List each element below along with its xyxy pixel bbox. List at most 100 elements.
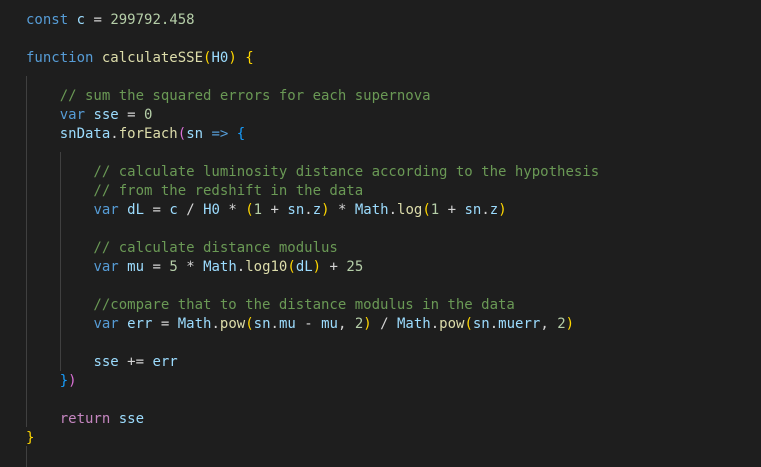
code-line[interactable]: snData.forEach(sn => { <box>26 125 246 144</box>
code-line[interactable]: //compare that to the distance modulus i… <box>26 296 514 315</box>
code-token: ( <box>245 202 254 218</box>
code-token: * <box>177 259 204 275</box>
code-line[interactable]: var sse = 0 <box>26 106 153 125</box>
code-token: 0 <box>144 107 153 123</box>
code-token: = <box>118 107 145 123</box>
code-token: + <box>439 202 465 218</box>
code-token: function <box>26 50 94 66</box>
code-line[interactable]: var err = Math.pow(sn.mu - mu, 2) / Math… <box>26 315 574 334</box>
code-token: * <box>329 202 355 218</box>
code-token: . <box>211 316 220 332</box>
code-token: log <box>397 202 423 218</box>
code-token: err <box>118 316 153 332</box>
code-token: forEach <box>118 126 178 142</box>
code-token: ( <box>464 316 473 332</box>
code-token: z <box>489 202 499 218</box>
code-token: 299792.458 <box>110 12 195 28</box>
code-token: H0 <box>203 202 220 218</box>
code-token: muerr <box>498 316 541 332</box>
code-token: c <box>68 12 86 28</box>
code-token: var <box>93 316 119 332</box>
code-line[interactable]: // calculate distance modulus <box>26 239 338 258</box>
code-token: { <box>236 126 246 142</box>
code-token: sn <box>253 316 271 332</box>
code-token: const <box>26 12 69 28</box>
code-token: 2 <box>557 316 566 332</box>
code-token: . <box>481 202 490 218</box>
code-token: * <box>219 202 246 218</box>
code-token: ( <box>245 316 254 332</box>
code-line[interactable]: function calculateSSE(H0) { <box>26 49 254 68</box>
code-token: ( <box>422 202 431 218</box>
code-token: sn <box>464 202 482 218</box>
code-token: / <box>371 316 397 332</box>
code-line[interactable]: return sse <box>26 410 144 429</box>
code-token: . <box>270 316 279 332</box>
code-token: 2 <box>354 316 364 332</box>
code-token: } <box>26 430 35 446</box>
code-token: Math <box>396 316 431 332</box>
code-line[interactable]: const c = 299792.458 <box>26 11 195 30</box>
code-token: 1 <box>430 202 440 218</box>
code-token: ) <box>565 316 575 332</box>
code-token: pow <box>439 316 465 332</box>
code-token: ) <box>312 259 322 275</box>
code-token: mu <box>118 259 145 275</box>
code-token: var <box>59 107 86 123</box>
code-token: var <box>93 259 119 275</box>
code-token: , <box>337 316 355 332</box>
code-token: mu <box>321 316 338 332</box>
code-token: return <box>59 411 111 427</box>
code-line[interactable]: }) <box>26 372 77 391</box>
code-token: sse <box>110 411 145 427</box>
code-token: H0 <box>211 50 229 66</box>
code-line[interactable]: // sum the squared errors for each super… <box>26 87 431 106</box>
code-token: + <box>321 259 347 275</box>
code-token: 1 <box>253 202 263 218</box>
code-editor[interactable]: const c = 299792.458 function calculateSS… <box>0 0 761 467</box>
code-token: } <box>59 373 69 389</box>
code-line[interactable]: var dL = c / H0 * (1 + sn.z) * Math.log(… <box>26 201 507 220</box>
code-token: . <box>236 259 246 275</box>
code-token: err <box>152 354 178 370</box>
code-token: . <box>388 202 398 218</box>
code-line[interactable]: } <box>26 429 34 448</box>
code-token: = <box>85 12 111 28</box>
code-token: log10 <box>245 259 288 275</box>
code-token: = <box>144 259 170 275</box>
code-token: ) <box>498 202 507 218</box>
code-token: . <box>430 316 440 332</box>
code-token: ( <box>177 126 187 142</box>
code-token: = <box>144 202 170 218</box>
code-token: mu <box>278 316 296 332</box>
code-token: dL <box>295 259 313 275</box>
code-token: // from the redshift in the data <box>26 183 364 199</box>
code-token: sn <box>186 126 204 142</box>
code-token: 25 <box>346 259 364 275</box>
code-token: ) <box>321 202 330 218</box>
code-line[interactable]: // calculate luminosity distance accordi… <box>26 163 599 182</box>
code-token: sn <box>472 316 490 332</box>
code-line[interactable]: var mu = 5 * Math.log10(dL) + 25 <box>26 258 363 277</box>
code-token: dL <box>118 202 145 218</box>
code-token: - <box>295 316 322 332</box>
code-token: / <box>177 202 204 218</box>
code-token: pow <box>219 316 246 332</box>
code-token: calculateSSE <box>101 50 204 66</box>
code-token: sse <box>93 354 119 370</box>
code-line[interactable]: // from the redshift in the data <box>26 182 363 201</box>
code-token: + <box>262 202 288 218</box>
code-token: sn <box>287 202 305 218</box>
code-line[interactable]: sse += err <box>26 353 178 372</box>
code-token: Math <box>203 259 237 275</box>
code-token: c <box>169 202 178 218</box>
code-token: // calculate distance modulus <box>26 240 338 256</box>
